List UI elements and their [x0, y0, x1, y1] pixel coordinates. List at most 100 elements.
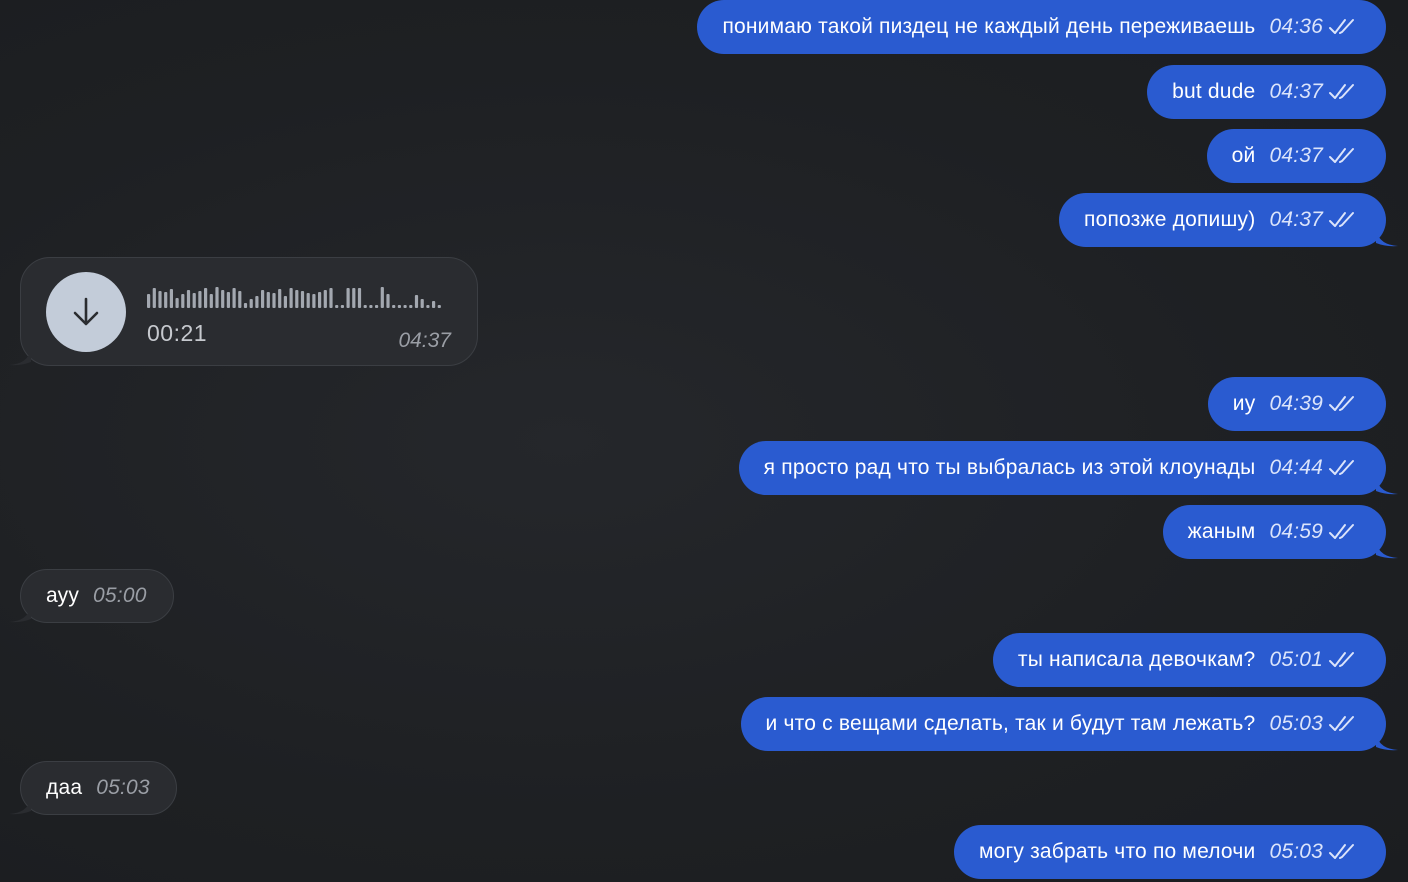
waveform-bar	[409, 305, 413, 308]
message-time: 05:01	[1269, 648, 1323, 671]
waveform-bar	[186, 290, 191, 308]
outgoing-message[interactable]: иу 04:39	[1207, 377, 1386, 431]
waveform-bar	[243, 303, 248, 308]
double-check-icon	[1329, 460, 1354, 475]
message-time: 04:59	[1269, 520, 1323, 543]
waveform-bar	[403, 305, 407, 308]
waveform-bar	[278, 289, 282, 308]
double-check-icon	[1329, 212, 1354, 227]
waveform-bar	[380, 287, 384, 308]
waveform-bar	[420, 299, 424, 308]
outgoing-message[interactable]: понимаю такой пиздец не каждый день пере…	[697, 0, 1386, 54]
bubble-tail	[1376, 735, 1398, 751]
message-text: but dude	[1172, 80, 1256, 103]
waveform-bar	[152, 288, 156, 308]
double-check-icon	[1329, 84, 1354, 99]
waveform-bar	[312, 294, 316, 308]
waveform-bar	[375, 305, 379, 308]
message-text: ауу	[46, 584, 80, 607]
outgoing-message[interactable]: ой 04:37	[1206, 129, 1386, 183]
message-text: попозже допишу)	[1084, 208, 1256, 231]
message-time: 04:36	[1269, 15, 1323, 38]
waveform-bar	[192, 293, 196, 308]
waveform-bar	[158, 291, 162, 308]
waveform-bar	[272, 293, 276, 308]
waveform-bar	[386, 294, 390, 308]
double-check-icon	[1329, 396, 1354, 411]
waveform-bar	[238, 291, 242, 308]
waveform-bar	[300, 291, 305, 308]
waveform[interactable]	[147, 284, 447, 308]
message-text: могу забрать что по мелочи	[978, 840, 1256, 863]
outgoing-message[interactable]: ты написала девочкам? 05:01	[992, 633, 1386, 687]
waveform-bar	[432, 301, 436, 308]
message-text: ты написала девочкам?	[1017, 648, 1256, 671]
waveform-bar	[329, 288, 333, 308]
chat-area[interactable]: понимаю такой пиздец не каждый день пере…	[0, 0, 1408, 882]
waveform-bar	[147, 294, 151, 308]
waveform-bar	[175, 298, 179, 308]
waveform-bar	[283, 296, 287, 308]
incoming-message[interactable]: ауу 05:00	[9, 569, 174, 623]
message-text: иу	[1232, 392, 1256, 415]
double-check-icon	[1329, 148, 1354, 163]
message-time: 05:03	[1269, 840, 1323, 863]
message-text: жаным	[1187, 520, 1256, 543]
incoming-message[interactable]: даа 05:03	[9, 761, 177, 815]
waveform-bar	[226, 292, 230, 308]
bubble-tail	[1376, 543, 1398, 559]
download-button[interactable]	[46, 272, 126, 352]
waveform-bar	[198, 291, 202, 308]
message-text: и что с вещами сделать, так и будут там …	[765, 712, 1256, 735]
message-time: 04:37	[398, 329, 451, 352]
waveform-bar	[169, 289, 173, 308]
message-time: 05:03	[96, 776, 150, 799]
waveform-bar	[221, 290, 225, 308]
waveform-bar	[318, 292, 322, 308]
waveform-bar	[323, 290, 327, 308]
waveform-bar	[335, 305, 339, 308]
double-check-icon	[1329, 844, 1354, 859]
message-text: понимаю такой пиздец не каждый день пере…	[722, 15, 1256, 38]
double-check-icon	[1329, 716, 1354, 731]
double-check-icon	[1329, 524, 1354, 539]
double-check-icon	[1329, 652, 1354, 667]
waveform-bar	[437, 305, 441, 308]
outgoing-message[interactable]: попозже допишу) 04:37	[1059, 193, 1398, 247]
waveform-bar	[215, 287, 219, 308]
voice-duration: 00:21	[147, 320, 208, 346]
waveform-bar	[392, 305, 396, 308]
waveform-bar	[295, 290, 299, 308]
bubble-tail	[1376, 479, 1398, 495]
waveform-bar	[255, 296, 259, 308]
outgoing-message[interactable]: я просто рад что ты выбралась из этой кл…	[738, 441, 1398, 495]
message-text: я просто рад что ты выбралась из этой кл…	[763, 456, 1256, 479]
waveform-bar	[346, 288, 350, 308]
outgoing-message[interactable]: жаным 04:59	[1162, 505, 1398, 559]
outgoing-message[interactable]: but dude 04:37	[1147, 65, 1386, 119]
message-time: 04:37	[1269, 80, 1323, 103]
waveform-bar	[181, 294, 185, 308]
message-time: 04:44	[1269, 456, 1323, 479]
message-text: ой	[1231, 144, 1256, 167]
waveform-bar	[369, 305, 373, 308]
waveform-bar	[352, 288, 356, 308]
waveform-bar	[306, 293, 310, 308]
waveform-bar	[414, 295, 419, 308]
waveform-bar	[164, 292, 168, 308]
waveform-bar	[261, 290, 265, 308]
waveform-bar	[363, 305, 367, 308]
bubble-tail	[9, 350, 31, 366]
outgoing-message[interactable]: могу забрать что по мелочи 05:03	[953, 825, 1386, 879]
double-check-icon	[1329, 19, 1354, 34]
waveform-bar	[266, 292, 270, 308]
bubble-tail	[9, 799, 31, 815]
message-time: 04:37	[1269, 144, 1323, 167]
voice-message[interactable]: 00:21 04:37	[9, 257, 478, 366]
waveform-bar	[340, 305, 344, 308]
message-time: 05:00	[93, 584, 147, 607]
outgoing-message[interactable]: и что с вещами сделать, так и будут там …	[740, 697, 1398, 751]
bubble-tail	[9, 607, 31, 623]
waveform-bar	[357, 288, 362, 308]
message-time: 05:03	[1269, 712, 1323, 735]
